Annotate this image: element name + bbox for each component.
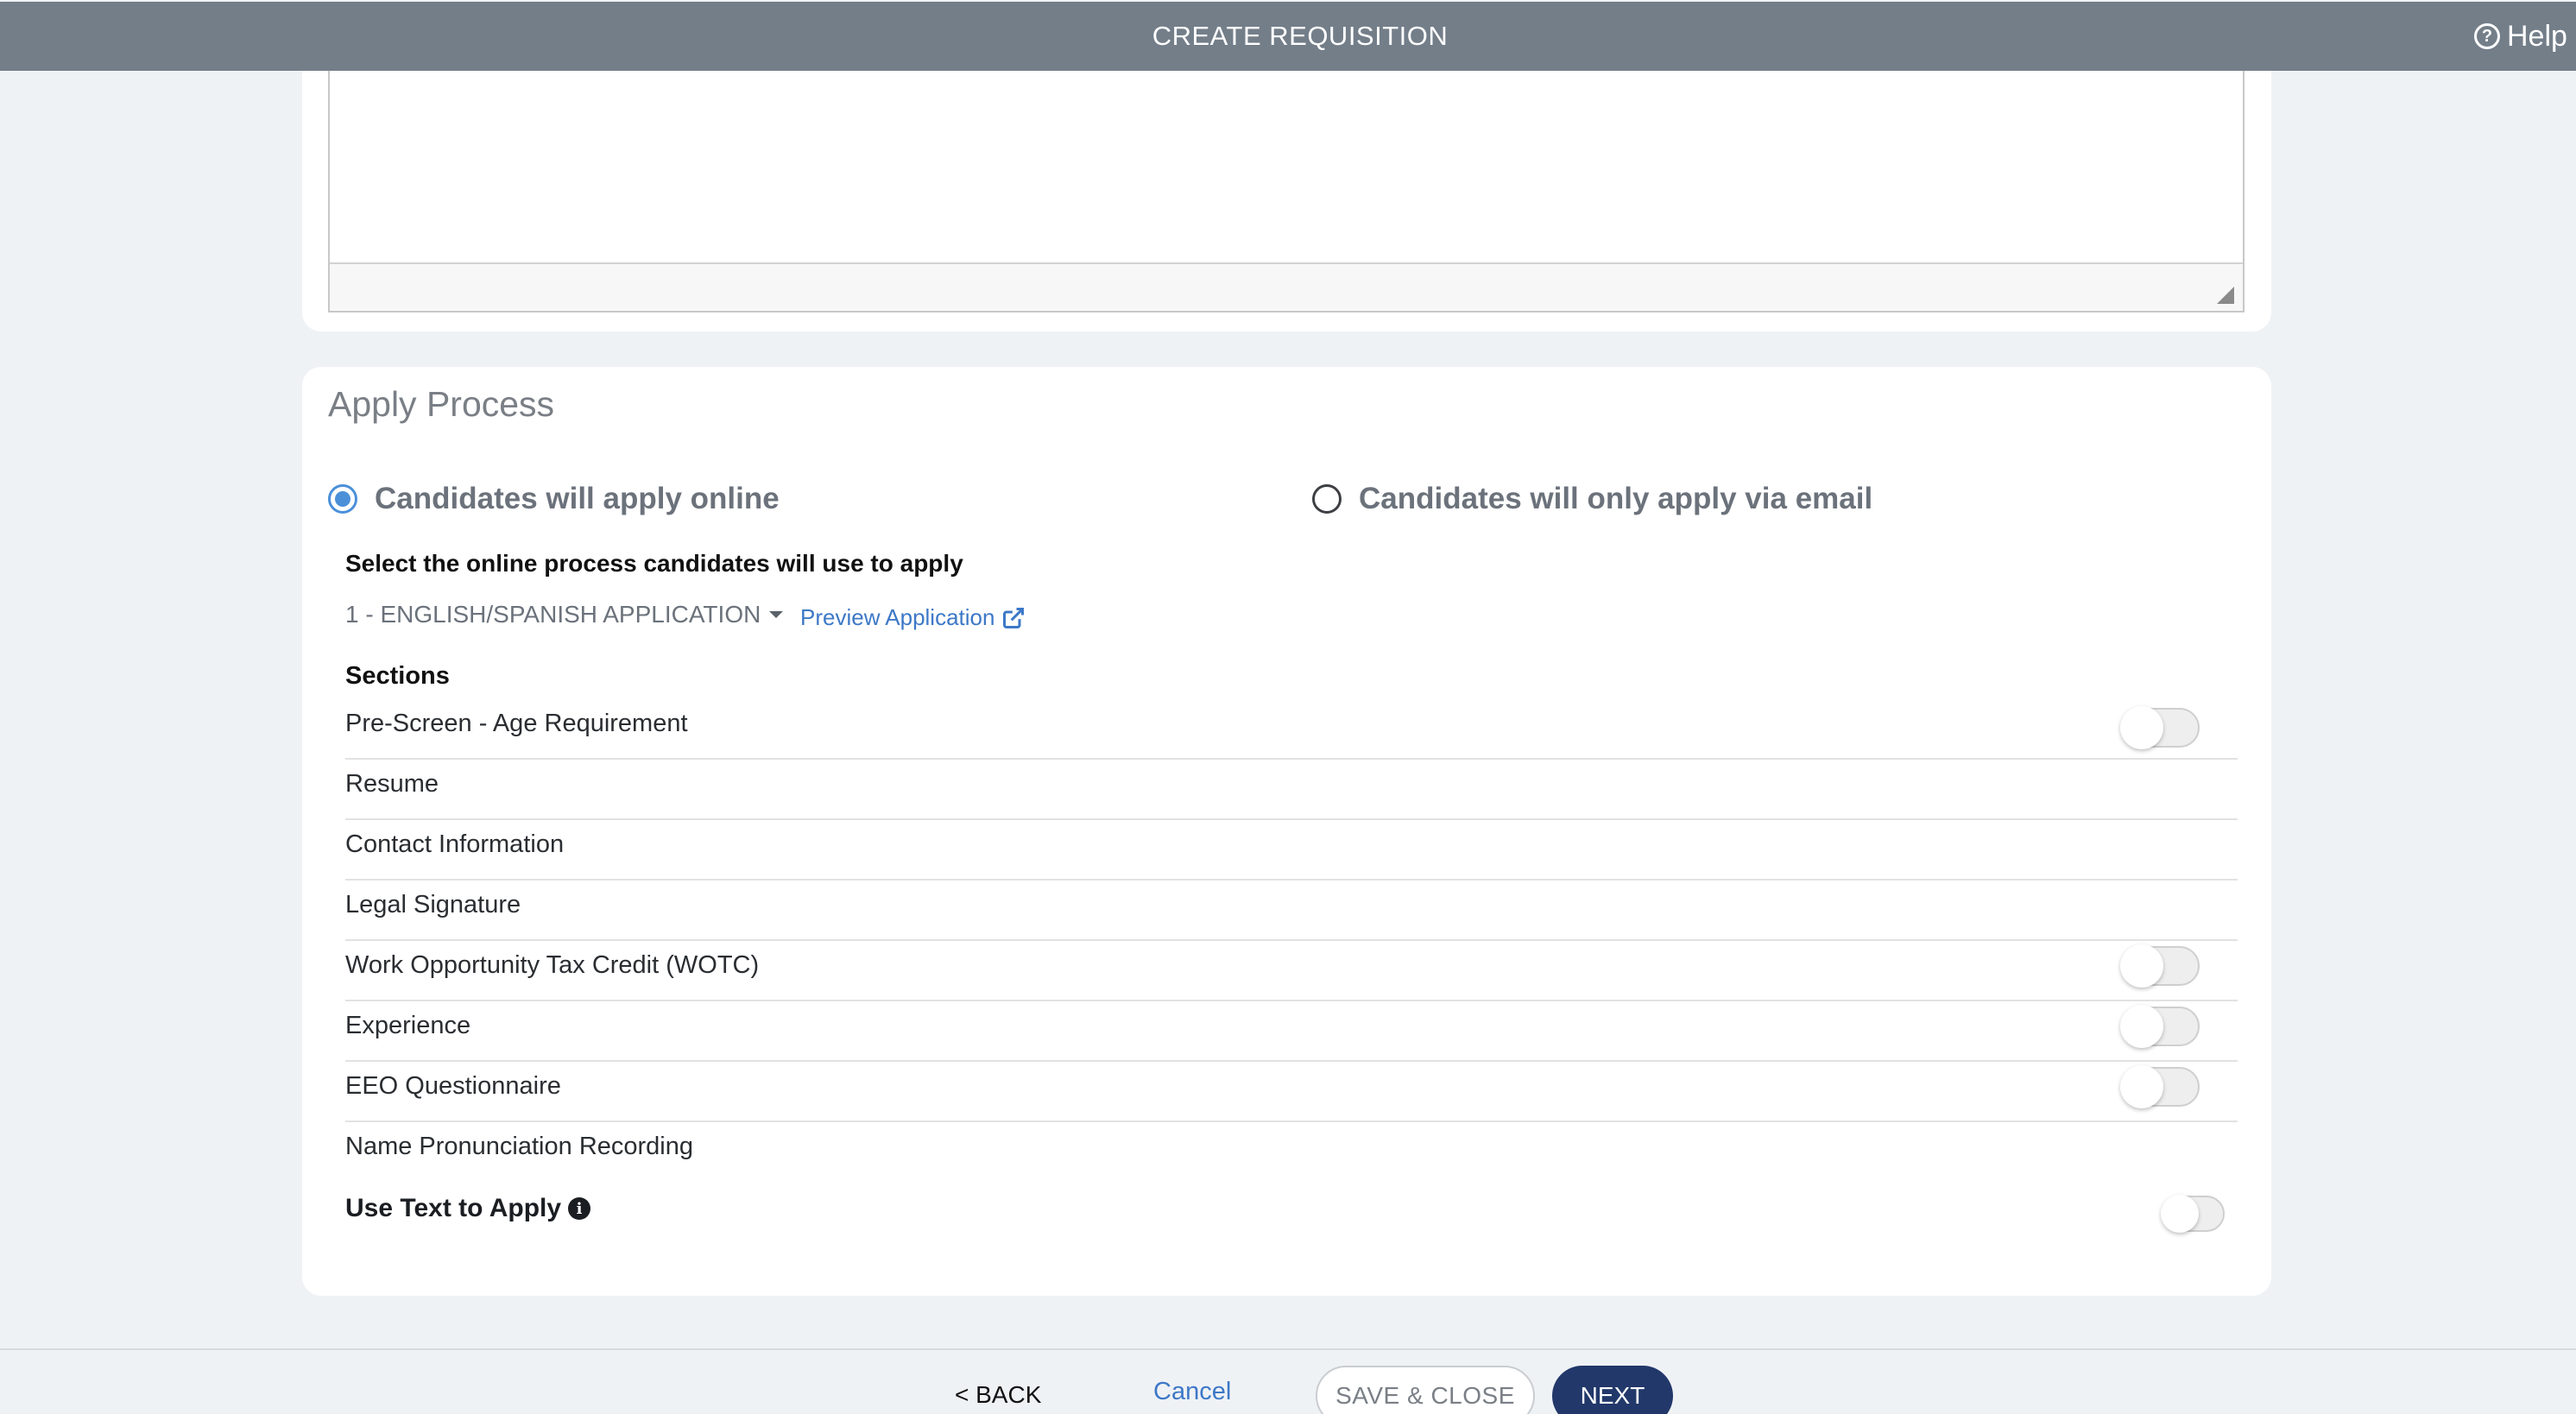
description-card xyxy=(302,71,2271,331)
preview-application-link[interactable]: Preview Application xyxy=(800,604,1026,631)
section-row-name-pronunciation: Name Pronunciation Recording xyxy=(345,1122,2238,1183)
page-title: CREATE REQUISITION xyxy=(1152,21,1449,51)
question-circle-icon: ? xyxy=(2474,23,2500,49)
help-button[interactable]: ? Help xyxy=(2474,2,2567,71)
section-row-pre-screen: Pre-Screen - Age Requirement xyxy=(345,699,2238,760)
next-button[interactable]: NEXT xyxy=(1552,1366,1673,1414)
application-dropdown-value: 1 - ENGLISH/SPANISH APPLICATION xyxy=(345,601,761,628)
section-row-legal-signature: Legal Signature xyxy=(345,881,2238,941)
top-bar: CREATE REQUISITION ? Help xyxy=(0,2,2576,71)
pre-screen-toggle[interactable] xyxy=(2120,706,2200,749)
resize-handle-icon[interactable] xyxy=(2217,287,2234,304)
section-label: Legal Signature xyxy=(345,891,521,918)
info-icon[interactable]: i xyxy=(568,1197,591,1220)
radio-apply-email-label: Candidates will only apply via email xyxy=(1359,482,1873,515)
section-label: Contact Information xyxy=(345,830,565,858)
application-dropdown[interactable]: 1 - ENGLISH/SPANISH APPLICATION xyxy=(345,601,784,628)
description-editor[interactable] xyxy=(328,71,2245,312)
cancel-button[interactable]: Cancel xyxy=(1153,1378,1231,1406)
section-label: Work Opportunity Tax Credit (WOTC) xyxy=(345,951,760,979)
section-label: EEO Questionnaire xyxy=(345,1072,561,1100)
editor-statusbar xyxy=(330,262,2243,311)
preview-application-label: Preview Application xyxy=(800,604,995,630)
caret-down-icon xyxy=(769,611,784,618)
apply-process-card: Apply Process Candidates will apply onli… xyxy=(302,367,2271,1296)
application-select-label: Select the online process candidates wil… xyxy=(345,550,963,577)
section-label: Experience xyxy=(345,1012,471,1039)
wotc-toggle[interactable] xyxy=(2120,944,2200,988)
help-label: Help xyxy=(2507,19,2567,53)
back-button[interactable]: < BACK xyxy=(955,1381,1041,1409)
experience-toggle[interactable] xyxy=(2120,1005,2200,1048)
footer-bar: < BACK Cancel SAVE & CLOSE NEXT xyxy=(0,1348,2576,1414)
sections-title: Sections xyxy=(345,662,450,690)
section-label: Resume xyxy=(345,770,439,798)
radio-unselected-icon[interactable] xyxy=(1312,484,1342,514)
radio-apply-email[interactable]: Candidates will only apply via email xyxy=(1312,482,1872,516)
section-row-contact-information: Contact Information xyxy=(345,820,2238,881)
use-text-to-apply: Use Text to Apply i xyxy=(345,1194,591,1223)
radio-apply-online[interactable]: Candidates will apply online xyxy=(328,482,780,516)
section-label: Name Pronunciation Recording xyxy=(345,1133,693,1160)
save-close-button[interactable]: SAVE & CLOSE xyxy=(1316,1366,1535,1414)
radio-apply-online-label: Candidates will apply online xyxy=(375,482,780,515)
apply-process-title: Apply Process xyxy=(328,384,555,424)
use-text-to-apply-label: Use Text to Apply xyxy=(345,1194,562,1222)
section-row-resume: Resume xyxy=(345,760,2238,820)
text-to-apply-toggle[interactable] xyxy=(2161,1195,2225,1233)
eeo-toggle[interactable] xyxy=(2120,1065,2200,1108)
radio-selected-icon[interactable] xyxy=(328,484,357,514)
section-row-eeo-questionnaire: EEO Questionnaire xyxy=(345,1062,2238,1122)
section-label: Pre-Screen - Age Requirement xyxy=(345,710,688,737)
external-link-icon xyxy=(1003,607,1025,628)
section-row-wotc: Work Opportunity Tax Credit (WOTC) xyxy=(345,941,2238,1001)
sections-list: Pre-Screen - Age Requirement Resume Cont… xyxy=(345,699,2238,1183)
section-row-experience: Experience xyxy=(345,1001,2238,1062)
